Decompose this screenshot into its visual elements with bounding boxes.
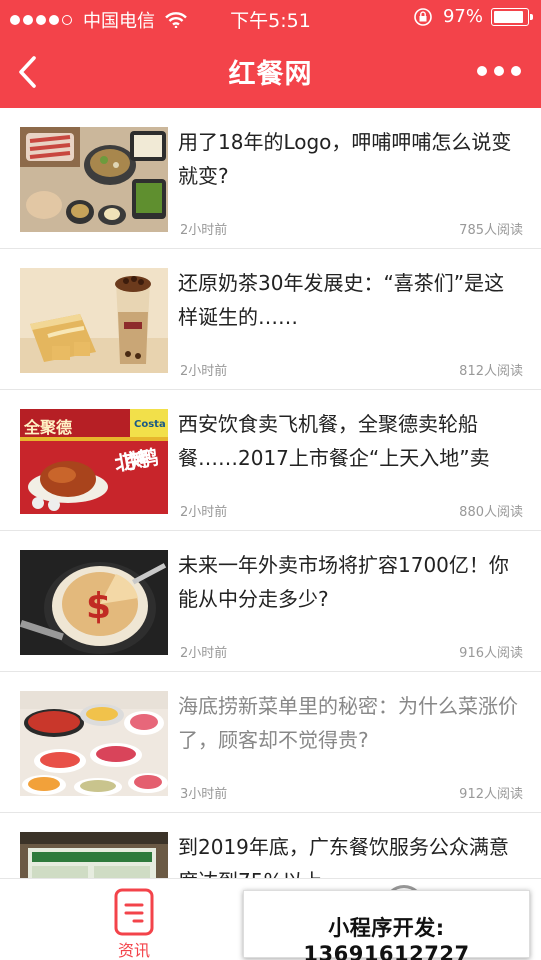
contact-banner: 小程序开发: 13691612727 [243,890,530,960]
article-title: 用了18年的Logo，呷哺呷哺怎么说变就变? [178,130,512,188]
article-thumbnail-milktea [20,268,168,373]
more-menu-button[interactable] [477,64,521,78]
article-item[interactable]: $ 未来一年外卖市场将扩容1700亿！你能从中分走多少? 2小时前 916人阅读 [0,531,541,672]
article-views: 880人阅读 [459,505,523,520]
article-item[interactable]: 全聚德 Costa 北京烤鸭 西安饮食卖飞机餐，全聚德卖轮船餐……2017上市餐… [0,390,541,531]
more-dot-icon [494,66,504,76]
document-icon [114,888,154,936]
article-item[interactable]: 到2019年底，广东餐饮服务公众满意度达到75%以上 [0,813,541,878]
rotation-lock-icon [414,7,432,26]
article-thumbnail-roast-duck: 全聚德 Costa 北京烤鸭 [20,409,168,514]
app-header: 中国电信 下午5:51 97% 红餐网 [0,0,541,108]
article-time: 2小时前 [180,223,228,238]
nav-bar: 红餐网 [0,34,541,108]
tab-news-label: 资讯 [117,941,150,960]
article-title: 海底捞新菜单里的秘密：为什么菜涨价了，顾客却不觉得贵? [178,694,518,752]
tab-news[interactable]: 资讯 [104,885,164,960]
article-item[interactable]: 用了18年的Logo，呷哺呷哺怎么说变就变? 2小时前 785人阅读 [0,108,541,249]
battery-percent: 97% [442,6,483,27]
article-title: 还原奶茶30年发展史：“喜茶们”是这样诞生的…… [178,271,505,329]
article-views: 785人阅读 [459,223,523,238]
article-time: 2小时前 [180,646,228,661]
article-time: 3小时前 [180,787,228,802]
article-time: 2小时前 [180,364,228,379]
article-item[interactable]: 海底捞新菜单里的秘密：为什么菜涨价了，顾客却不觉得贵? 3小时前 912人阅读 [0,672,541,813]
article-list: 用了18年的Logo，呷哺呷哺怎么说变就变? 2小时前 785人阅读 还原奶茶3… [0,108,541,878]
more-dot-icon [477,66,487,76]
battery-icon [491,7,533,26]
article-thumbnail-cake: $ [20,550,168,655]
thumbnail-brand-left: 全聚德 [23,418,72,437]
article-thumbnail-storefront [20,832,168,878]
article-views: 916人阅读 [459,646,523,661]
status-right: 97% [413,6,533,27]
status-bar: 中国电信 下午5:51 97% [0,0,541,34]
article-title: 西安饮食卖飞机餐，全聚德卖轮船餐……2017上市餐企“上天入地”卖 [178,412,490,470]
article-item[interactable]: 还原奶茶30年发展史：“喜茶们”是这样诞生的…… 2小时前 812人阅读 [0,249,541,390]
article-title: 到2019年底，广东餐饮服务公众满意度达到75%以上 [178,835,509,878]
article-thumbnail-hotpot-menu [20,691,168,796]
svg-text:$: $ [86,586,111,627]
article-views: 812人阅读 [459,364,523,379]
article-time: 2小时前 [180,505,228,520]
article-title: 未来一年外卖市场将扩容1700亿！你能从中分走多少? [178,553,509,611]
more-dot-icon [511,66,521,76]
thumbnail-brand-right: Costa [134,419,166,430]
contact-banner-text: 小程序开发: 13691612727 [303,916,470,960]
article-views: 912人阅读 [459,787,523,802]
page-title: 红餐网 [228,59,313,90]
article-thumbnail-hotpot [20,127,168,232]
